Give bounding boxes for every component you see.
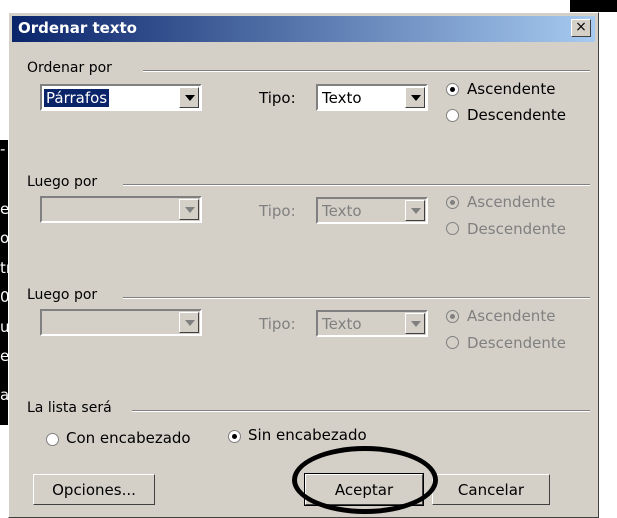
sort3-descending-label: Descendente — [467, 334, 566, 352]
sort1-descending-radio[interactable] — [446, 109, 459, 122]
chevron-down-icon[interactable] — [405, 87, 425, 108]
sort2-descending-radio — [446, 222, 459, 235]
group-divider — [123, 297, 590, 299]
sort2-ascending-label: Ascendente — [467, 193, 556, 211]
sort1-type-value: Texto — [322, 89, 362, 107]
chevron-down-icon — [179, 312, 199, 333]
sort3-group-label: Luego por — [24, 287, 101, 303]
sort2-ascending-radio — [446, 196, 459, 209]
with-header-radio[interactable] — [46, 433, 59, 446]
sort1-ascending-label[interactable]: Ascendente — [467, 80, 555, 98]
sort2-group-label: Luego por — [24, 174, 101, 190]
sort2-type-combo: Texto — [316, 197, 428, 224]
cancel-button[interactable]: Cancelar — [432, 474, 550, 505]
chevron-down-icon — [405, 313, 425, 334]
sort3-type-label: Tipo: — [259, 315, 296, 333]
sort3-type-combo: Texto — [316, 310, 428, 337]
title-bar[interactable]: Ordenar texto × — [12, 16, 595, 42]
sort1-ascending-radio[interactable] — [446, 83, 459, 96]
highlight-ellipse — [292, 446, 438, 514]
close-icon: × — [575, 19, 587, 35]
sort3-type-value: Texto — [322, 315, 362, 333]
chevron-down-icon — [179, 199, 199, 220]
sort3-ascending-label: Ascendente — [467, 307, 556, 325]
without-header-radio[interactable] — [228, 430, 241, 443]
sort2-descending-label: Descendente — [467, 220, 566, 238]
with-header-label[interactable]: Con encabezado — [66, 429, 191, 447]
dialog-title: Ordenar texto — [18, 19, 137, 37]
without-header-label[interactable]: Sin encabezado — [248, 426, 367, 444]
chevron-down-icon[interactable] — [179, 87, 199, 108]
sort3-field-combo — [40, 309, 202, 336]
sort1-field-combo[interactable]: Párrafos — [40, 84, 202, 111]
background-marker: - — [0, 140, 6, 158]
sort3-descending-radio — [446, 336, 459, 349]
sort2-type-value: Texto — [322, 202, 362, 220]
background-window-edge — [570, 0, 617, 12]
sort1-group-label: Ordenar por — [24, 60, 115, 76]
sort2-field-combo — [40, 196, 202, 223]
list-group-label: La lista será — [24, 400, 115, 416]
group-divider — [123, 184, 590, 186]
group-divider — [143, 70, 590, 72]
sort1-type-combo[interactable]: Texto — [316, 84, 428, 111]
sort1-descending-label[interactable]: Descendente — [467, 106, 566, 124]
sort1-field-value: Párrafos — [44, 89, 110, 107]
chevron-down-icon — [405, 200, 425, 221]
sort3-ascending-radio — [446, 310, 459, 323]
close-button[interactable]: × — [571, 19, 591, 37]
sort1-type-label: Tipo: — [259, 89, 296, 107]
options-button[interactable]: Opciones... — [33, 474, 155, 505]
group-divider — [132, 410, 590, 412]
sort2-type-label: Tipo: — [259, 202, 296, 220]
